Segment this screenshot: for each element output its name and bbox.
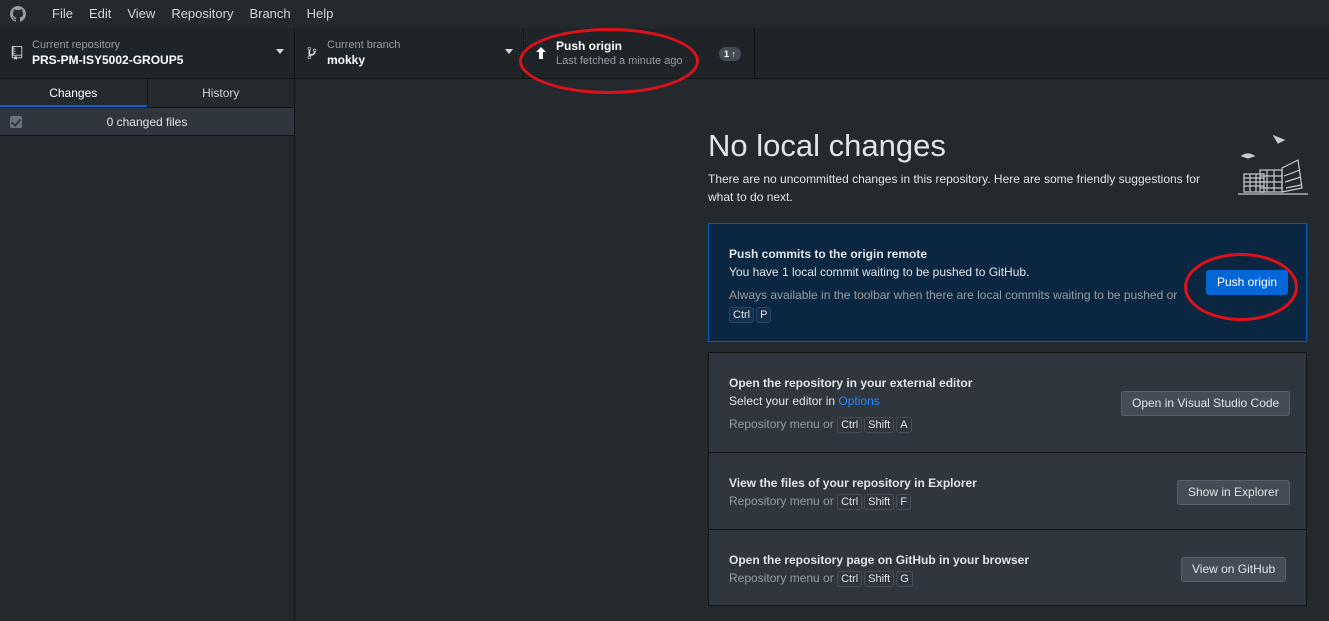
github-logo-icon bbox=[10, 6, 26, 22]
kbd-key: Ctrl bbox=[837, 571, 863, 587]
branch-desc: Current branch bbox=[327, 39, 401, 51]
menu-file[interactable]: File bbox=[44, 0, 81, 28]
current-branch-dropdown[interactable]: Current branch mokky bbox=[295, 28, 524, 78]
editor-card-hint: Repository menu or Ctrl Shift A bbox=[729, 415, 972, 433]
main-panel: No local changes There are no uncommitte… bbox=[296, 79, 1329, 621]
kbd-key: Ctrl bbox=[837, 417, 863, 433]
kbd-key: Shift bbox=[864, 494, 895, 510]
editor-desc-text: Select your editor in bbox=[729, 394, 839, 408]
kbd-key: G bbox=[896, 571, 913, 587]
kbd-key: F bbox=[896, 494, 911, 510]
kbd-key: P bbox=[756, 307, 772, 323]
show-in-explorer-card: View the files of your repository in Exp… bbox=[709, 452, 1306, 529]
ahead-count-badge: 1 ↑ bbox=[719, 47, 742, 61]
empty-state-illustration-icon bbox=[1238, 134, 1308, 195]
current-repository-dropdown[interactable]: Current repository PRS-PM-ISY5002-GROUP5 bbox=[0, 28, 295, 78]
page-subtitle: There are no uncommitted changes in this… bbox=[708, 172, 1201, 204]
tab-changes[interactable]: Changes bbox=[0, 79, 147, 107]
chevron-down-icon bbox=[505, 49, 513, 54]
repo-name: PRS-PM-ISY5002-GROUP5 bbox=[32, 53, 184, 67]
options-link[interactable]: Options bbox=[838, 394, 879, 408]
editor-card-desc: Select your editor in Options bbox=[729, 392, 972, 410]
push-commits-card: Push commits to the origin remote You ha… bbox=[708, 223, 1307, 342]
external-editor-card: Open the repository in your external edi… bbox=[709, 353, 1306, 452]
open-in-vscode-button[interactable]: Open in Visual Studio Code bbox=[1121, 391, 1291, 416]
push-card-desc: You have 1 local commit waiting to be pu… bbox=[729, 265, 1030, 279]
github-card-hint: Repository menu or Ctrl Shift G bbox=[729, 569, 1029, 587]
select-all-checkbox[interactable] bbox=[10, 116, 22, 128]
push-title: Push origin bbox=[556, 39, 622, 53]
menu-bar: File Edit View Repository Branch Help bbox=[0, 0, 1329, 28]
github-hint-text: Repository menu or bbox=[729, 571, 834, 585]
menu-edit[interactable]: Edit bbox=[81, 0, 119, 28]
push-origin-button[interactable]: Push origin Last fetched a minute ago 1 … bbox=[524, 28, 755, 78]
kbd-key: A bbox=[896, 417, 912, 433]
menu-repository[interactable]: Repository bbox=[163, 0, 241, 28]
chevron-down-icon bbox=[276, 49, 284, 54]
kbd-key: Ctrl bbox=[729, 307, 755, 323]
branch-icon bbox=[305, 46, 319, 60]
arrow-up-icon bbox=[534, 46, 548, 60]
view-on-github-button[interactable]: View on GitHub bbox=[1181, 557, 1287, 582]
page-title: No local changes bbox=[708, 128, 946, 163]
kbd-key: Shift bbox=[864, 417, 895, 433]
menu-view[interactable]: View bbox=[119, 0, 163, 28]
view-on-github-card: Open the repository page on GitHub in yo… bbox=[709, 529, 1306, 605]
menu-help[interactable]: Help bbox=[299, 0, 342, 28]
push-card-title: Push commits to the origin remote bbox=[729, 247, 928, 261]
push-origin-card-button[interactable]: Push origin bbox=[1206, 270, 1289, 295]
kbd-key: Ctrl bbox=[837, 494, 863, 510]
suggestions-list: Open the repository in your external edi… bbox=[708, 352, 1307, 606]
changed-files-count: 0 changed files bbox=[106, 114, 188, 129]
github-card-title: Open the repository page on GitHub in yo… bbox=[729, 553, 1030, 567]
sidebar: Changes History 0 changed files bbox=[0, 79, 295, 621]
show-in-explorer-button[interactable]: Show in Explorer bbox=[1177, 480, 1290, 505]
push-card-hint: Always available in the toolbar when the… bbox=[729, 288, 1178, 302]
branch-name: mokky bbox=[327, 53, 366, 67]
explorer-card-hint: Repository menu or Ctrl Shift F bbox=[729, 492, 977, 510]
explorer-card-title: View the files of your repository in Exp… bbox=[729, 476, 977, 490]
kbd-key: Shift bbox=[864, 571, 895, 587]
explorer-hint-text: Repository menu or bbox=[729, 494, 834, 508]
tab-bar: Changes History bbox=[0, 79, 294, 108]
editor-card-title: Open the repository in your external edi… bbox=[729, 376, 973, 390]
changed-files-header: 0 changed files bbox=[0, 108, 294, 136]
repo-icon bbox=[10, 46, 24, 60]
menu-branch[interactable]: Branch bbox=[241, 0, 298, 28]
toolbar: Current repository PRS-PM-ISY5002-GROUP5… bbox=[0, 28, 1329, 79]
repo-desc: Current repository bbox=[32, 39, 121, 51]
tab-history[interactable]: History bbox=[146, 79, 295, 107]
editor-hint-text: Repository menu or bbox=[729, 417, 834, 431]
push-desc: Last fetched a minute ago bbox=[556, 55, 683, 67]
